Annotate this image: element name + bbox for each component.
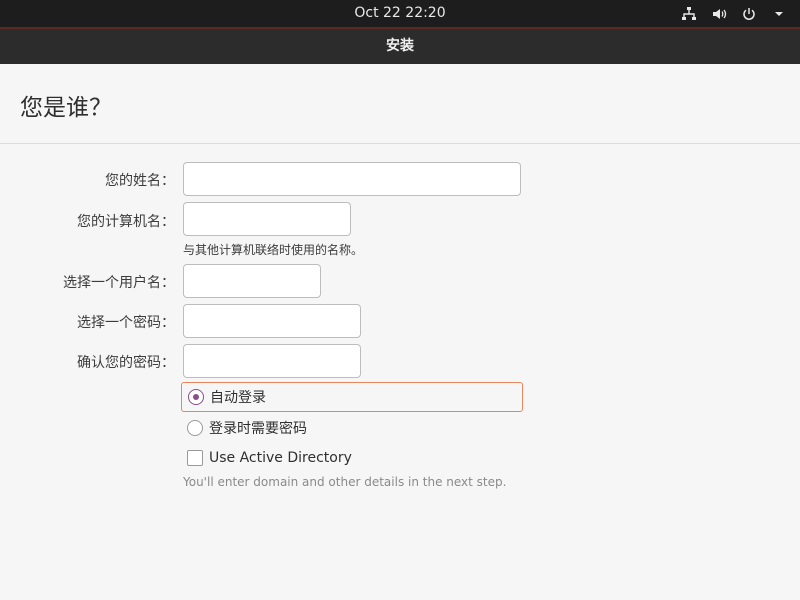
require-password-option[interactable]: 登录时需要密码: [181, 413, 307, 443]
username-label: 选择一个用户名：: [63, 275, 175, 291]
page-header: 您是谁？: [0, 64, 800, 144]
auto-login-option[interactable]: 自动登录: [181, 382, 523, 412]
active-directory-option[interactable]: Use Active Directory: [181, 443, 352, 473]
system-top-bar: Oct 22 22:20: [0, 0, 800, 27]
password-field[interactable]: [183, 304, 361, 338]
computer-name-label: 您的计算机名：: [77, 214, 175, 230]
confirm-password-field[interactable]: [183, 344, 361, 378]
power-icon[interactable]: [740, 5, 758, 23]
auto-login-label: 自动登录: [210, 390, 266, 406]
active-directory-note: You'll enter domain and other details in…: [183, 475, 507, 489]
page-title: 您是谁？: [20, 95, 112, 121]
computer-name-field[interactable]: [183, 202, 351, 236]
computer-name-hint: 与其他计算机联络时使用的名称。: [183, 243, 364, 257]
password-label: 选择一个密码：: [77, 315, 175, 331]
active-directory-checkbox[interactable]: [187, 450, 203, 466]
window-title: 安装: [386, 38, 414, 54]
confirm-password-label: 确认您的密码：: [77, 355, 175, 371]
active-directory-label: Use Active Directory: [209, 450, 352, 466]
network-icon[interactable]: [680, 5, 698, 23]
volume-icon[interactable]: [710, 5, 728, 23]
name-label: 您的姓名：: [105, 173, 175, 189]
username-field[interactable]: [183, 264, 321, 298]
auto-login-radio[interactable]: [188, 389, 204, 405]
system-tray[interactable]: [680, 0, 788, 27]
require-password-label: 登录时需要密码: [209, 421, 307, 437]
require-password-radio[interactable]: [187, 420, 203, 436]
window-titlebar: 安装: [0, 27, 800, 64]
menu-arrow-icon[interactable]: [770, 5, 788, 23]
name-field[interactable]: [183, 162, 521, 196]
